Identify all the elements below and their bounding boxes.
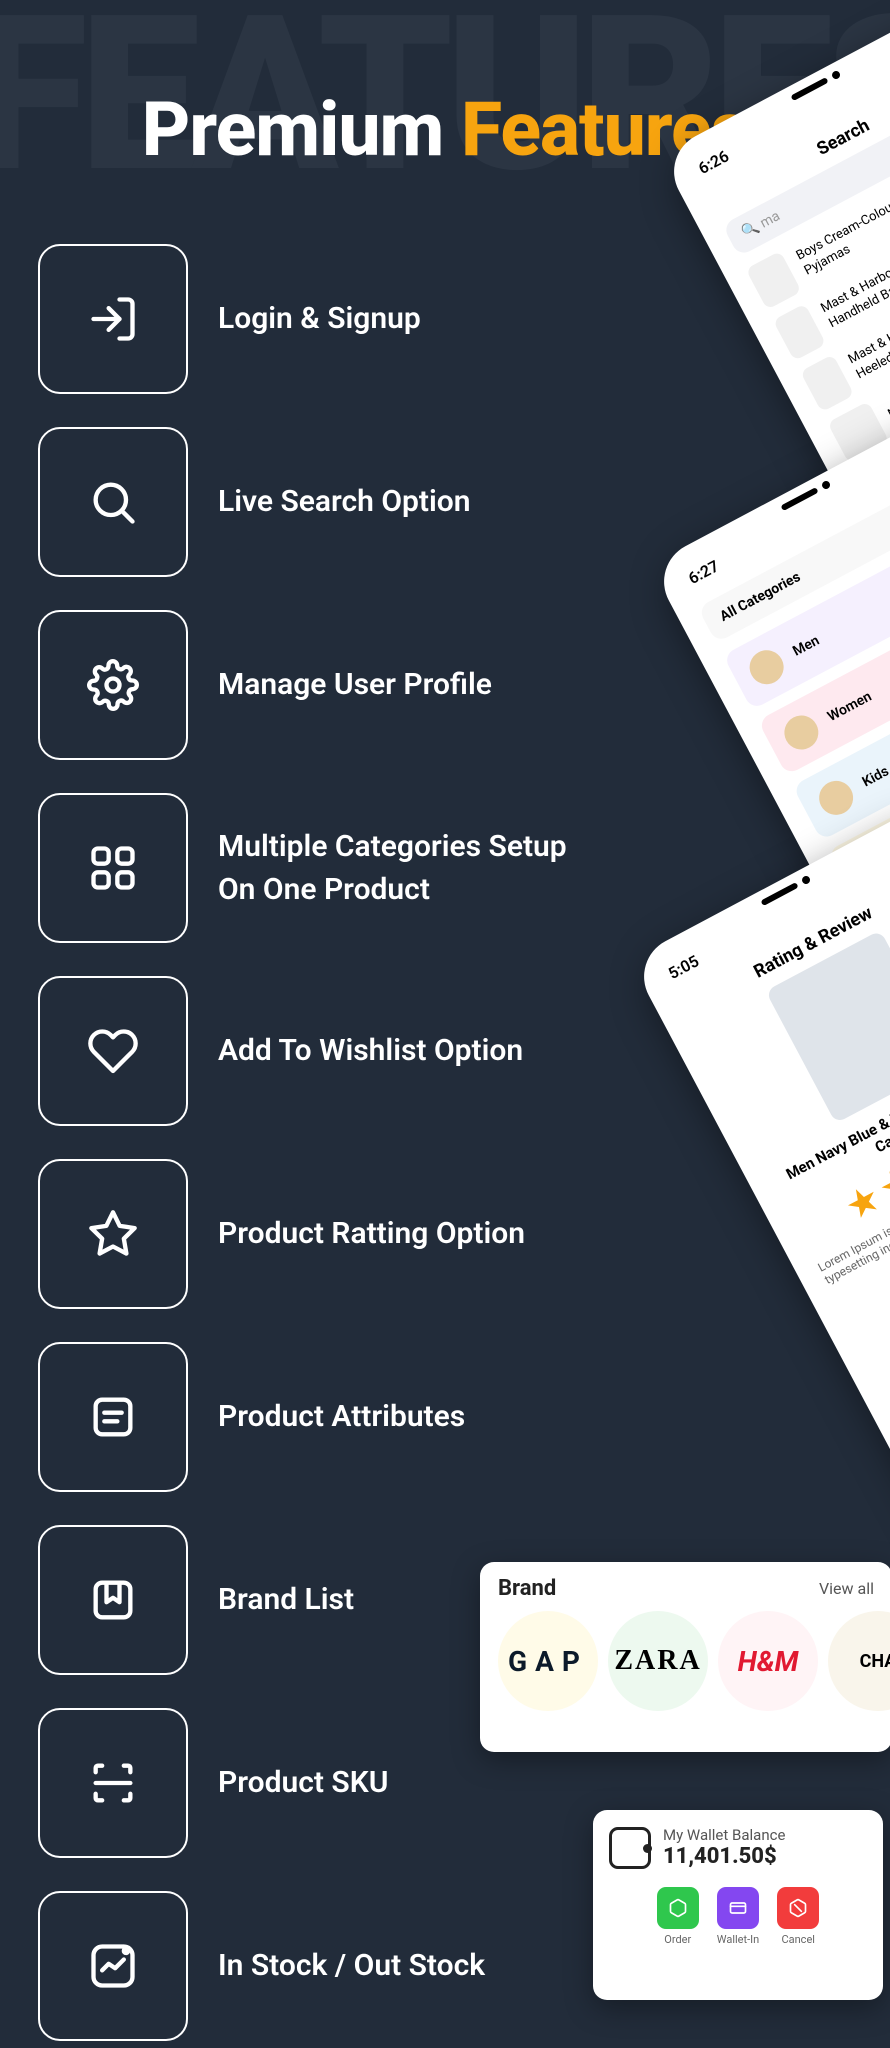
barcode-icon — [38, 1708, 188, 1858]
brand-card: Brand View all GAP ZARA H&M CHA — [480, 1562, 890, 1752]
brand-card-title: Brand — [498, 1576, 556, 1601]
login-icon — [38, 244, 188, 394]
feature-label: Manage User Profile — [218, 663, 492, 707]
phone-time: 6:27 — [685, 556, 722, 588]
brand-view-all[interactable]: View all — [819, 1579, 874, 1598]
brand-logo-gap[interactable]: GAP — [498, 1611, 598, 1711]
feature-label: Live Search Option — [218, 480, 471, 524]
feature-label: Multiple Categories Setup On One Product — [218, 825, 598, 912]
brand-logo-hm[interactable]: H&M — [718, 1611, 818, 1711]
bookmark-icon — [38, 1525, 188, 1675]
brand-logo-chanel[interactable]: CHA — [828, 1611, 890, 1711]
feature-label: Brand List — [218, 1578, 354, 1622]
list-icon — [38, 1342, 188, 1492]
feature-label: Product Attributes — [218, 1395, 465, 1439]
gear-icon — [38, 610, 188, 760]
grid-icon — [38, 793, 188, 943]
feature-label: In Stock / Out Stock — [218, 1944, 485, 1988]
feature-label: Product SKU — [218, 1761, 388, 1805]
heart-icon — [38, 976, 188, 1126]
feature-label: Login & Signup — [218, 297, 421, 341]
wallet-card: My Wallet Balance 11,401.50$ Order Walle… — [593, 1810, 883, 2000]
wallet-icon — [609, 1827, 651, 1869]
feature-label: Product Ratting Option — [218, 1212, 525, 1256]
wallet-action-walletin[interactable]: Wallet-In — [717, 1887, 759, 1946]
wallet-action-label: Cancel — [781, 1933, 814, 1946]
feature-label: Add To Wishlist Option — [218, 1029, 523, 1073]
wallet-balance: 11,401.50$ — [663, 1844, 785, 1869]
brand-logo-zara[interactable]: ZARA — [608, 1611, 708, 1711]
wallet-action-order[interactable]: Order — [657, 1887, 699, 1946]
search-icon — [38, 427, 188, 577]
wallet-action-cancel[interactable]: Cancel — [777, 1887, 819, 1946]
star-icon — [38, 1159, 188, 1309]
wallet-action-label: Order — [664, 1933, 691, 1946]
wallet-action-label: Wallet-In — [717, 1933, 759, 1946]
phone-time: 6:26 — [695, 146, 732, 178]
chart-icon — [38, 1891, 188, 2041]
feature-attributes: Product Attributes — [38, 1342, 890, 1492]
wallet-label: My Wallet Balance — [663, 1826, 785, 1844]
title-word-1: Premium — [142, 86, 444, 174]
phone-time: 5:05 — [665, 951, 702, 983]
